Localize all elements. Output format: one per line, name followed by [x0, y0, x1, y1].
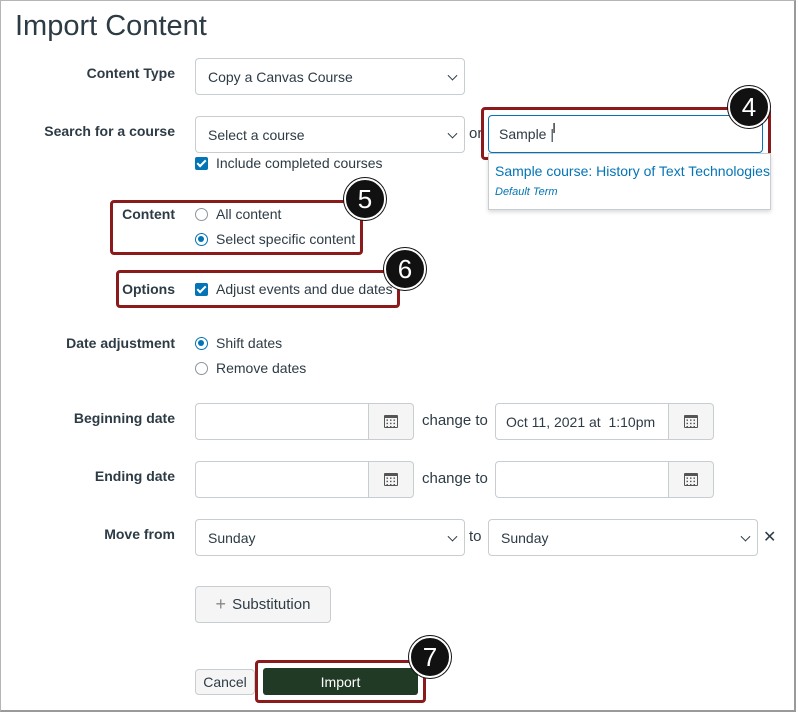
include-completed-option[interactable]: Include completed courses — [195, 155, 383, 171]
beginning-date-from-input[interactable] — [195, 403, 369, 440]
substitution-label: Substitution — [232, 596, 311, 613]
shift-dates-label: Shift dates — [216, 335, 283, 351]
calendar-icon — [384, 473, 398, 486]
beginning-date-to-input[interactable]: Oct 11, 2021 at 1:10pm — [495, 403, 669, 440]
remove-dates-radio[interactable] — [195, 361, 208, 375]
callout-step-6-badge: 6 — [384, 248, 426, 290]
adjust-dates-label: Adjust events and due dates — [216, 281, 393, 297]
beginning-date-label: Beginning date — [73, 410, 175, 426]
move-from-day-select[interactable]: Sunday — [195, 519, 465, 556]
add-substitution-button[interactable]: + Substitution — [195, 586, 331, 623]
ending-date-from-calendar-button[interactable] — [369, 461, 414, 498]
shift-dates-radio[interactable] — [195, 336, 208, 350]
course-select-placeholder: Select a course — [208, 126, 305, 143]
course-search-input[interactable]: Sample | I — [488, 115, 763, 153]
move-to-text: to — [469, 528, 482, 545]
import-button[interactable]: Import — [263, 668, 418, 695]
include-completed-label: Include completed courses — [216, 155, 383, 171]
ending-date-to-calendar-button[interactable] — [669, 461, 714, 498]
move-from-label: Move from — [104, 526, 175, 542]
move-to-day-value: Sunday — [501, 529, 549, 546]
chevron-down-icon — [447, 531, 458, 542]
content-all-label: All content — [216, 206, 282, 222]
move-from-day-value: Sunday — [208, 529, 256, 546]
ending-date-from-input[interactable] — [195, 461, 369, 498]
text-cursor-icon: I — [552, 120, 557, 137]
options-label: Options — [122, 281, 175, 297]
beginning-date-to-calendar-button[interactable] — [669, 403, 714, 440]
cancel-button[interactable]: Cancel — [195, 669, 255, 695]
remove-dates-option[interactable]: Remove dates — [195, 360, 306, 376]
callout-step-4-badge: 4 — [728, 86, 770, 128]
ending-date-to-input[interactable] — [495, 461, 669, 498]
content-type-value: Copy a Canvas Course — [208, 68, 353, 85]
calendar-icon — [384, 415, 398, 428]
include-completed-checkbox[interactable] — [195, 156, 208, 170]
course-search-value: Sample | — [499, 126, 554, 142]
callout-step-5-badge: 5 — [344, 178, 386, 220]
content-type-label: Content Type — [86, 65, 175, 81]
chevron-down-icon — [447, 128, 458, 139]
shift-dates-option[interactable]: Shift dates — [195, 335, 282, 351]
content-type-select[interactable]: Copy a Canvas Course — [195, 58, 465, 95]
content-option-all[interactable]: All content — [195, 206, 281, 222]
course-suggestion-list: Sample course: History of Text Technolog… — [488, 153, 771, 210]
page-title: Import Content — [15, 10, 207, 42]
remove-dates-label: Remove dates — [216, 360, 307, 376]
beginning-change-to-text: change to — [422, 412, 488, 429]
course-select[interactable]: Select a course — [195, 116, 465, 153]
content-specific-radio[interactable] — [195, 232, 208, 246]
calendar-icon — [684, 415, 698, 428]
content-all-radio[interactable] — [195, 207, 208, 221]
ending-change-to-text: change to — [422, 470, 488, 487]
content-option-specific[interactable]: Select specific content — [195, 231, 355, 247]
content-label: Content — [122, 206, 175, 222]
calendar-icon — [684, 473, 698, 486]
adjust-dates-checkbox[interactable] — [195, 282, 208, 296]
callout-step-7-badge: 7 — [409, 636, 451, 678]
beginning-date-from-calendar-button[interactable] — [369, 403, 414, 440]
move-to-day-select[interactable]: Sunday — [488, 519, 758, 556]
adjust-dates-option[interactable]: Adjust events and due dates — [195, 281, 393, 297]
ending-date-label: Ending date — [94, 468, 175, 484]
search-course-label: Search for a course — [44, 123, 175, 139]
chevron-down-icon — [740, 531, 751, 542]
plus-icon: + — [215, 594, 227, 614]
course-suggestion-term: Default Term — [495, 186, 558, 198]
content-specific-label: Select specific content — [216, 231, 356, 247]
course-suggestion-title[interactable]: Sample course: History of Text Technolog… — [495, 163, 770, 179]
beginning-date-to-value: Oct 11, 2021 at 1:10pm — [506, 413, 656, 430]
chevron-down-icon — [447, 70, 458, 81]
date-adjustment-label: Date adjustment — [66, 335, 175, 351]
close-icon[interactable]: ✕ — [763, 527, 776, 547]
